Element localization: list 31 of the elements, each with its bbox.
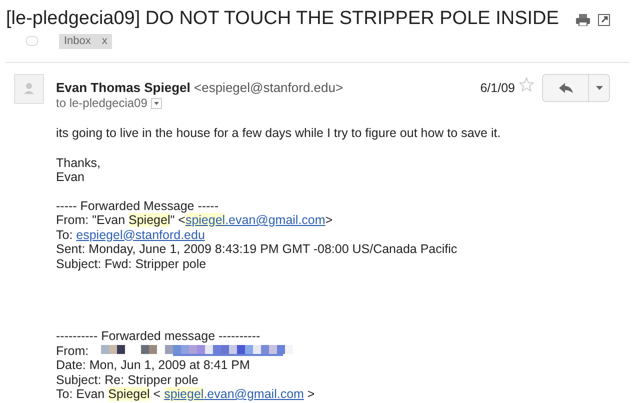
label-tag[interactable]: Inbox x	[59, 34, 112, 48]
star-icon[interactable]	[519, 77, 534, 92]
print-icon[interactable]	[576, 14, 590, 26]
details-dropdown[interactable]	[151, 98, 162, 108]
email-link[interactable]: espiegel@stanford.edu	[76, 228, 205, 242]
message-line: ---------- Forwarded message ----------	[56, 329, 260, 344]
reply-icon	[558, 83, 572, 93]
message-line: Subject: Fwd: Stripper pole	[56, 256, 206, 271]
label-icon	[26, 36, 38, 46]
message-line: Thanks,	[56, 156, 100, 170]
message-line: Evan	[56, 170, 84, 184]
message-line: its going to live in the house for a few days while I try to figure out how to save it.	[56, 126, 501, 140]
message-line: To: Evan Spiegel < spiegel.evan@gmail.com >	[56, 387, 315, 402]
recipients: to le-pledgecia09	[56, 95, 148, 112]
email-subject: [le-pledgecia09] DO NOT TOUCH THE STRIPPER POLE INSIDE	[6, 7, 560, 31]
message-line: ----- Forwarded Message -----	[56, 198, 219, 213]
avatar-icon	[14, 74, 44, 104]
caret-icon	[596, 86, 602, 90]
new-window-icon[interactable]	[598, 14, 610, 26]
message-line: Date: Mon, Jun 1, 2009 at 8:41 PM	[56, 358, 250, 372]
email-link[interactable]: spiegel.evan@gmail.com	[164, 387, 304, 401]
message-line: Sent: Monday, June 1, 2009 8:43:19 PM GMT -08:00 US/Canada Pacific	[56, 242, 458, 256]
message-date: 6/1/09	[480, 80, 515, 97]
message-line: Subject: Re: Stripper pole	[56, 372, 198, 387]
message-line: From:	[56, 344, 89, 358]
message-line: To: espiegel@stanford.edu	[56, 228, 205, 242]
sender-name: Evan Thomas Spiegel	[56, 80, 190, 95]
sender-email: <espiegel@stanford.edu>	[194, 80, 344, 95]
message-line: From: "Evan Spiegel" <spiegel.evan@gmail.com>	[56, 213, 333, 228]
email-link[interactable]: spiegel.evan@gmail.com	[185, 213, 326, 227]
caret-icon	[154, 102, 160, 104]
